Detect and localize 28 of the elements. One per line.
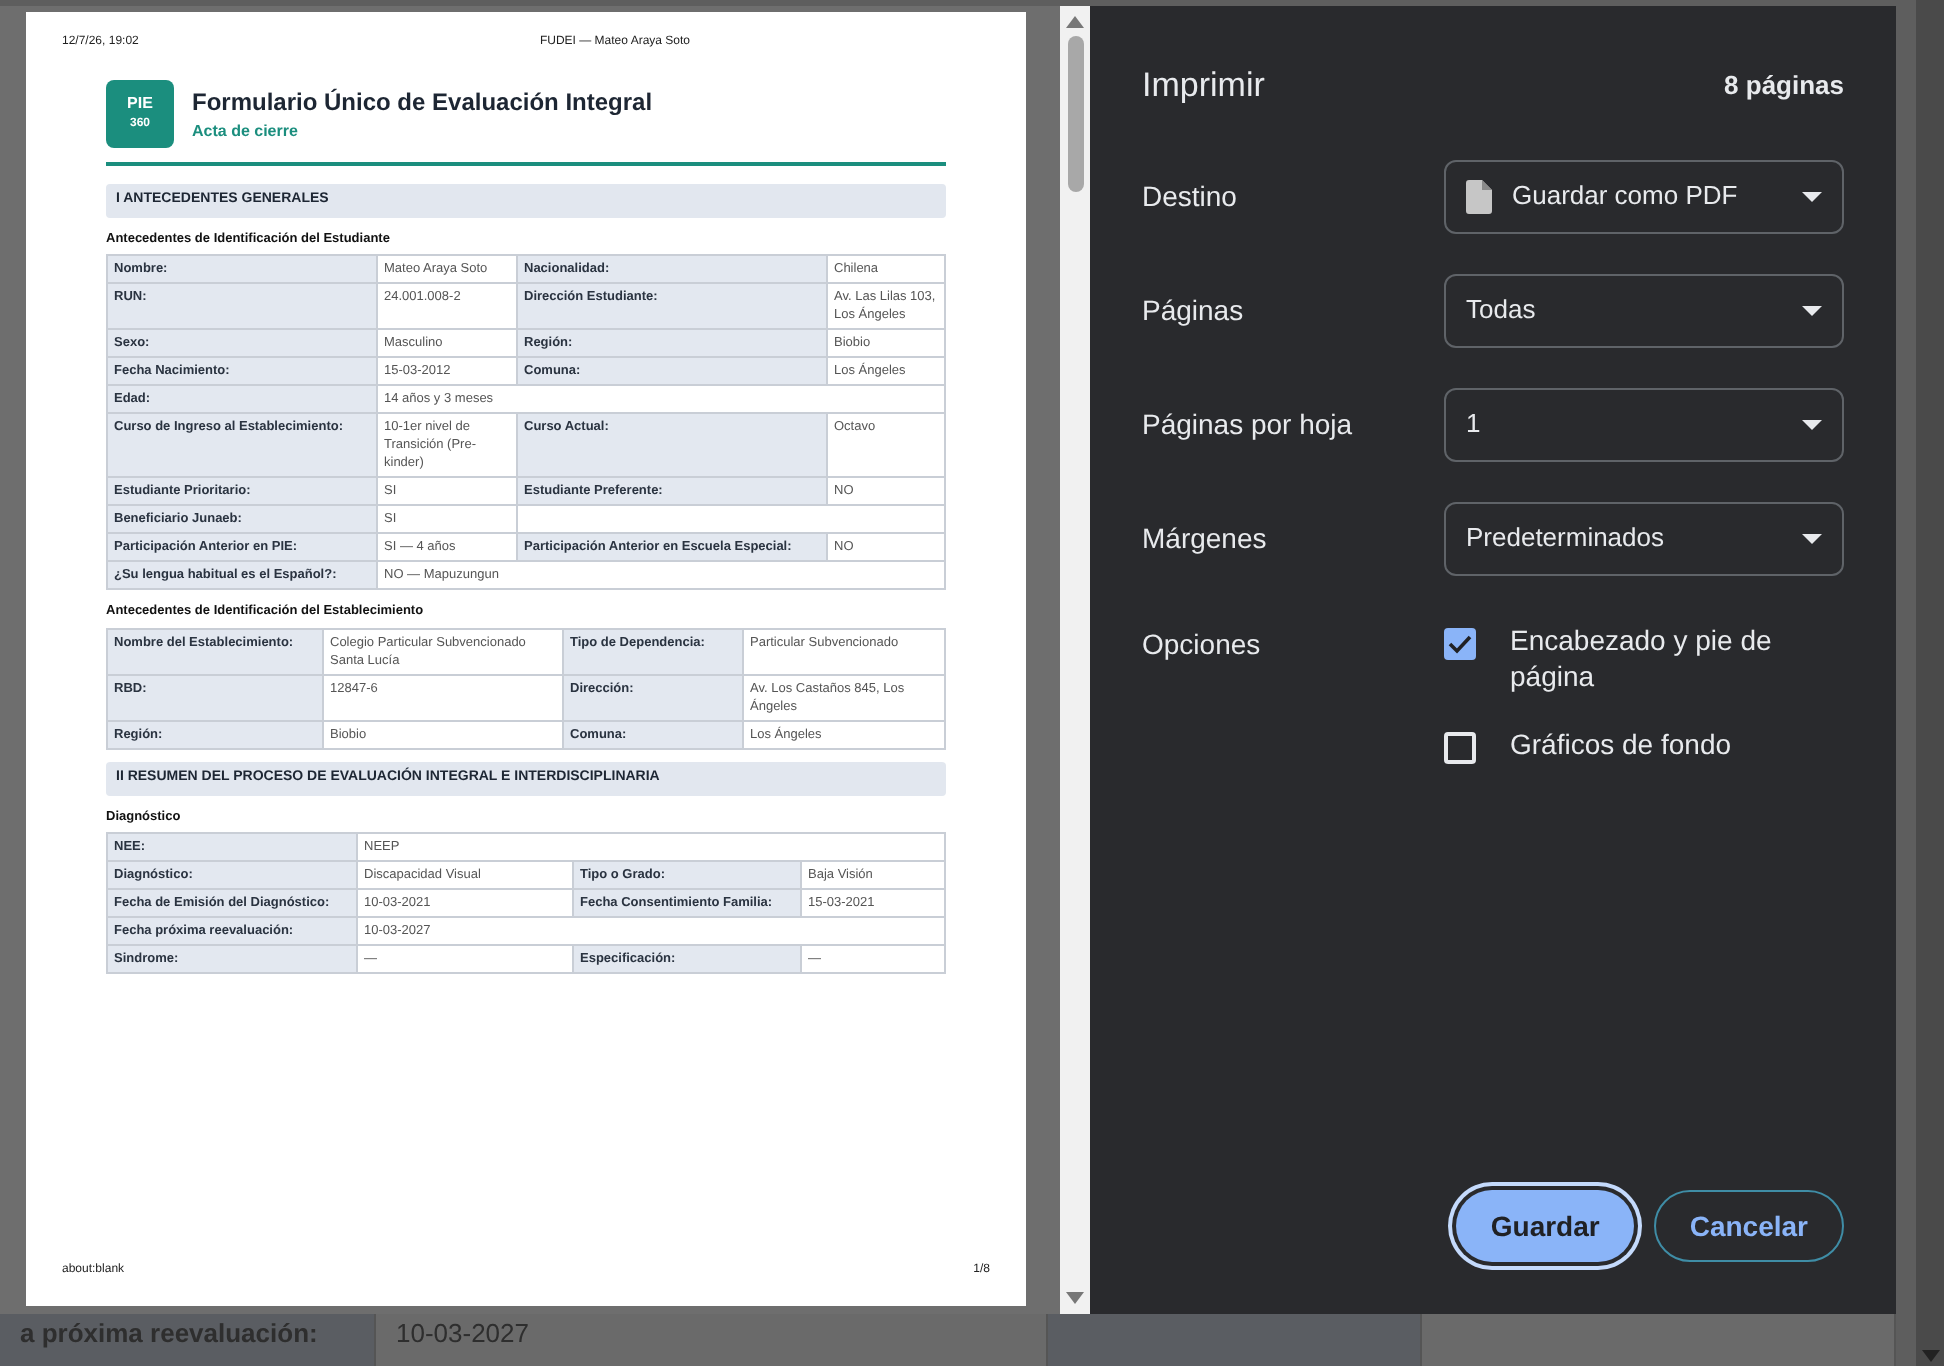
setting-dropdown[interactable]: Guardar como PDF	[1444, 159, 1844, 233]
scrollbar[interactable]	[1060, 6, 1090, 1314]
caret-icon	[1802, 419, 1822, 429]
setting-dropdown[interactable]: 1	[1444, 387, 1844, 461]
setting-label: Páginas	[1142, 291, 1246, 330]
checkbox[interactable]	[1444, 627, 1476, 659]
setting-dropdown[interactable]: Predeterminados	[1444, 501, 1844, 575]
page-count: 8 páginas	[1724, 68, 1844, 104]
setting-dropdown[interactable]: Todas	[1444, 273, 1844, 347]
document-subtitle: Acta de cierre	[192, 120, 300, 144]
caret-icon	[1802, 191, 1822, 201]
field-value: 10-03-2027	[396, 1318, 529, 1348]
option-label: Encabezado y pie de página	[1510, 621, 1774, 693]
setting-label: Márgenes	[1142, 519, 1269, 558]
setting-label: Opciones	[1142, 625, 1263, 664]
option-label: Gráficos de fondo	[1510, 725, 1732, 761]
caret-icon	[1802, 533, 1822, 543]
dialog-title: Imprimir	[1142, 64, 1265, 108]
caret-icon	[1802, 305, 1822, 315]
document-title: Formulario Único de Evaluación Integral	[192, 86, 653, 120]
checkbox[interactable]	[1444, 731, 1476, 763]
document-icon	[1466, 179, 1492, 213]
setting-label: Páginas por hoja	[1142, 405, 1355, 444]
scroll-up-icon[interactable]	[1066, 16, 1084, 28]
setting-label: Destino	[1142, 177, 1239, 215]
cancel-button[interactable]: Cancelar	[1653, 1190, 1844, 1262]
scroll-thumb[interactable]	[1067, 36, 1083, 192]
save-button[interactable]: Guardar	[1456, 1190, 1634, 1262]
